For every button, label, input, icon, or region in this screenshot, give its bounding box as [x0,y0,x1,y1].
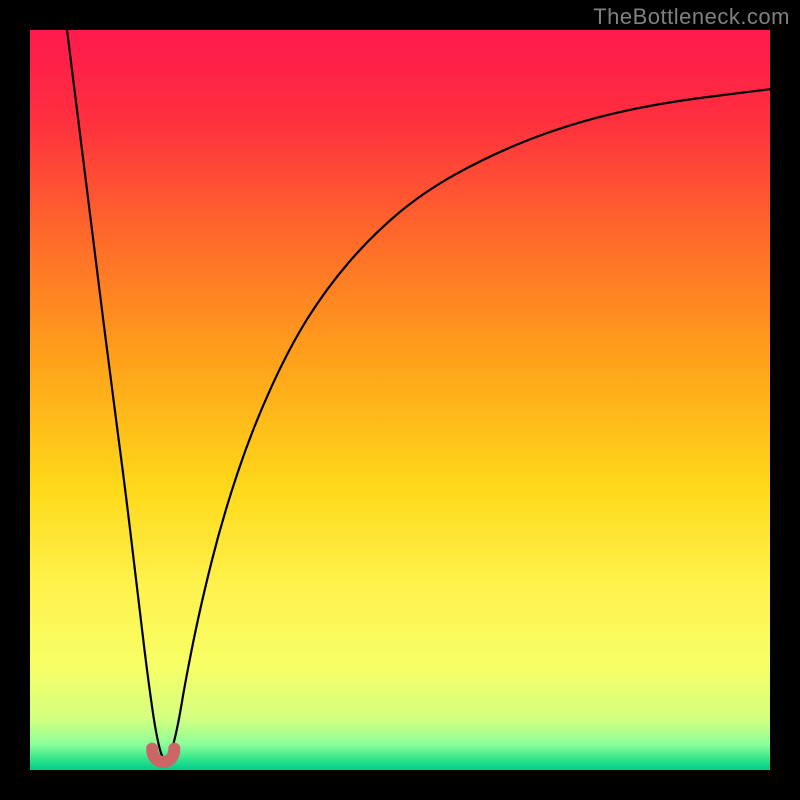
bottleneck-curve [67,30,770,760]
curve-layer [30,30,770,770]
chart-frame: TheBottleneck.com [0,0,800,800]
minimum-bump [152,749,174,763]
plot-area [30,30,770,770]
watermark-text: TheBottleneck.com [593,4,790,30]
